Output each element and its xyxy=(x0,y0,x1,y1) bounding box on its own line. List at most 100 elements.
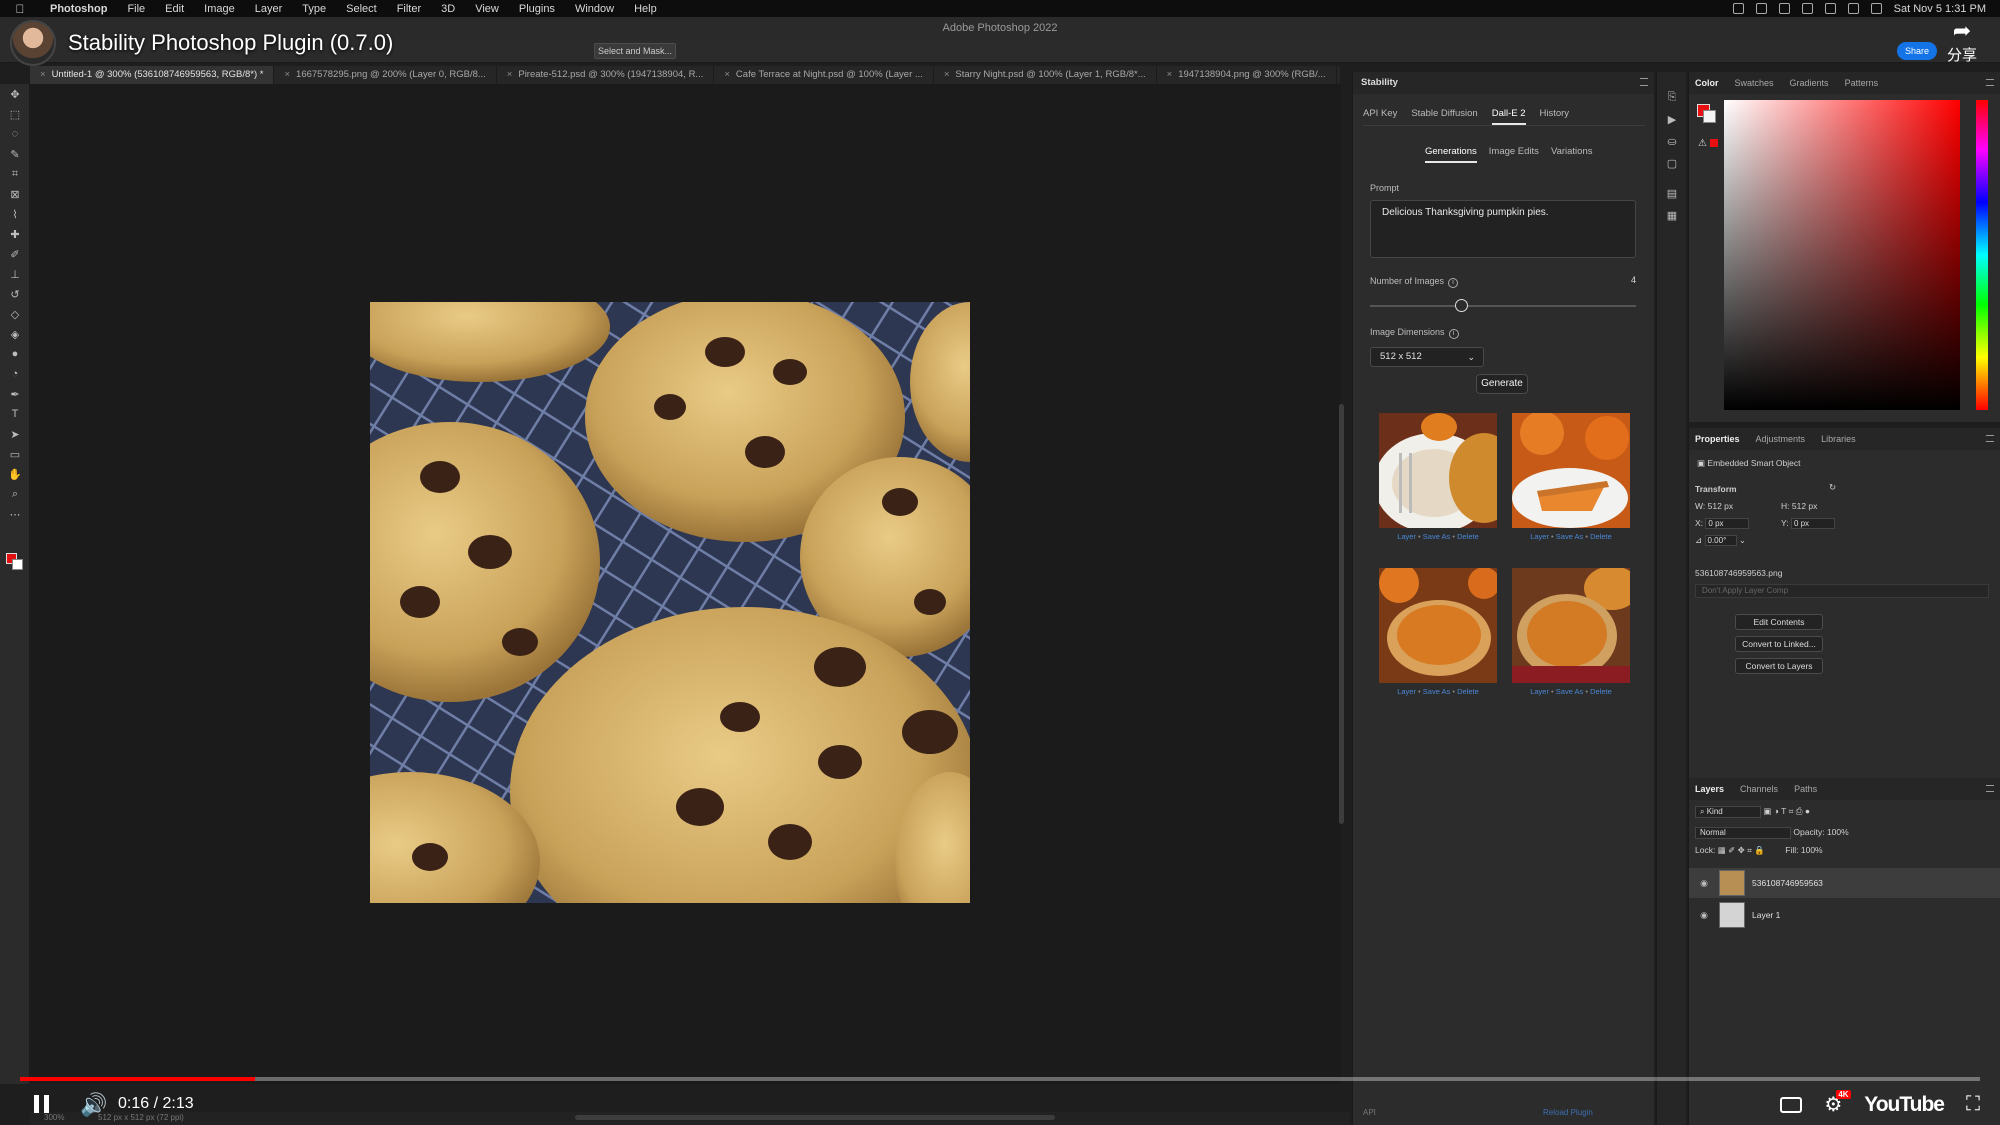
delete-link[interactable]: Delete xyxy=(1457,687,1479,696)
chevron-down-icon[interactable]: ⌄ xyxy=(1739,535,1746,545)
delete-link[interactable]: Delete xyxy=(1590,687,1612,696)
lock-position-icon[interactable]: ✥ xyxy=(1738,845,1745,855)
canvas-vertical-scrollbar[interactable] xyxy=(1339,404,1344,824)
generated-image-3[interactable] xyxy=(1379,568,1497,683)
volume-icon[interactable]: 🔊 xyxy=(80,1092,107,1118)
layer-link[interactable]: Layer xyxy=(1530,532,1549,541)
y-input[interactable]: 0 px xyxy=(1790,518,1835,530)
menu-layer[interactable]: Layer xyxy=(245,3,293,15)
info-icon[interactable]: i xyxy=(1448,329,1459,339)
paint-bucket-tool-icon[interactable]: ◈ xyxy=(0,324,30,344)
slider-thumb[interactable] xyxy=(1455,299,1468,312)
status-icon[interactable] xyxy=(1801,3,1813,14)
apple-icon[interactable]:  xyxy=(0,2,40,16)
close-icon[interactable]: × xyxy=(284,69,290,80)
visibility-eye-icon[interactable]: ◉ xyxy=(1694,878,1714,889)
layer-comps-icon[interactable]: ▤ xyxy=(1657,182,1687,204)
menu-help[interactable]: Help xyxy=(624,3,667,15)
zoom-tool-icon[interactable]: ⌕ xyxy=(0,484,30,504)
prompt-textarea[interactable]: Delicious Thanksgiving pumpkin pies. xyxy=(1370,200,1636,258)
lock-all-icon[interactable]: 🔒 xyxy=(1754,845,1765,855)
layer-row-smart-object[interactable]: ◉ 536108746959563 xyxy=(1689,868,2000,898)
tab-history[interactable]: History xyxy=(1540,108,1570,125)
menu-filter[interactable]: Filter xyxy=(387,3,431,15)
layer-link[interactable]: Layer xyxy=(1397,532,1416,541)
gamut-warning-icon[interactable]: ⚠ xyxy=(1698,138,1707,149)
hand-tool-icon[interactable]: ✋ xyxy=(0,464,30,484)
layer-name[interactable]: 536108746959563 xyxy=(1752,878,1823,888)
more-tools-icon[interactable]: ⋯ xyxy=(0,504,30,524)
tab-paths[interactable]: Paths xyxy=(1794,784,1817,794)
doc-tab-cafe-terrace[interactable]: × Cafe Terrace at Night.psd @ 100% (Layer… xyxy=(714,66,934,84)
menubar-datetime[interactable]: Sat Nov 5 1:31 PM xyxy=(1894,3,1986,15)
status-icon[interactable] xyxy=(1732,3,1744,14)
exit-fullscreen-icon[interactable]: ⛶ xyxy=(1966,1093,1980,1116)
filter-type-icon[interactable]: T xyxy=(1781,806,1786,816)
subtab-variations[interactable]: Variations xyxy=(1551,146,1593,163)
doc-tab-1667578295[interactable]: × 1667578295.png @ 200% (Layer 0, RGB/8..… xyxy=(274,66,497,84)
menu-file[interactable]: File xyxy=(117,3,155,15)
saturation-brightness-field[interactable] xyxy=(1724,100,1960,410)
save-as-link[interactable]: Save As xyxy=(1423,532,1451,541)
fill-value[interactable]: 100% xyxy=(1801,845,1823,855)
youtube-logo[interactable]: YouTube xyxy=(1864,1093,1945,1117)
status-icon[interactable] xyxy=(1778,3,1790,14)
x-input[interactable]: 0 px xyxy=(1705,518,1750,530)
plugin-panel-icon[interactable]: ⛀ xyxy=(1657,130,1687,152)
filter-kind-select[interactable]: ⌕ Kind xyxy=(1695,806,1761,818)
menu-3d[interactable]: 3D xyxy=(431,3,465,15)
doc-tab-untitled-1[interactable]: × Untitled-1 @ 300% (536108746959563, RGB… xyxy=(30,66,275,84)
menu-app-name[interactable]: Photoshop xyxy=(40,3,117,15)
select-and-mask-button[interactable]: Select and Mask... xyxy=(594,43,676,59)
eraser-tool-icon[interactable]: ◇ xyxy=(0,304,30,324)
history-panel-icon[interactable]: ⎘ xyxy=(1657,86,1687,108)
subtab-image-edits[interactable]: Image Edits xyxy=(1489,146,1539,163)
opacity-value[interactable]: 100% xyxy=(1827,827,1849,837)
menu-image[interactable]: Image xyxy=(194,3,245,15)
close-icon[interactable]: × xyxy=(724,69,730,80)
tab-channels[interactable]: Channels xyxy=(1740,784,1778,794)
tab-adjustments[interactable]: Adjustments xyxy=(1756,434,1806,444)
reset-transform-icon[interactable]: ↻ xyxy=(1829,482,1836,493)
layer-comp-select[interactable]: Don't Apply Layer Comp xyxy=(1695,584,1989,598)
canvas-area[interactable] xyxy=(31,84,1341,1084)
tab-properties[interactable]: Properties xyxy=(1695,434,1740,444)
image-dimensions-select[interactable]: 512 x 512 ⌄ xyxy=(1370,347,1484,367)
menu-select[interactable]: Select xyxy=(336,3,387,15)
subtab-generations[interactable]: Generations xyxy=(1425,146,1477,163)
generate-button[interactable]: Generate xyxy=(1476,374,1528,394)
eyedropper-tool-icon[interactable]: ⌇ xyxy=(0,204,30,224)
delete-link[interactable]: Delete xyxy=(1590,532,1612,541)
layer-row-layer-1[interactable]: ◉ Layer 1 xyxy=(1689,900,2000,930)
tab-dall-e-2[interactable]: Dall-E 2 xyxy=(1491,108,1526,125)
tab-patterns[interactable]: Patterns xyxy=(1845,78,1879,88)
move-tool-icon[interactable]: ✥ xyxy=(0,84,30,104)
share-button[interactable]: Share xyxy=(1897,42,1937,60)
close-icon[interactable]: × xyxy=(40,69,46,80)
tab-libraries[interactable]: Libraries xyxy=(1821,434,1856,444)
layer-link[interactable]: Layer xyxy=(1530,687,1549,696)
generated-image-4[interactable] xyxy=(1512,568,1630,683)
save-as-link[interactable]: Save As xyxy=(1556,687,1584,696)
visibility-eye-icon[interactable]: ◉ xyxy=(1694,910,1714,921)
channel-avatar[interactable] xyxy=(10,20,56,66)
tab-color[interactable]: Color xyxy=(1695,78,1719,88)
captions-icon[interactable] xyxy=(1780,1096,1803,1113)
panel-menu-icon[interactable] xyxy=(1986,785,1994,792)
lock-artboard-icon[interactable]: ⌗ xyxy=(1747,845,1752,855)
close-icon[interactable]: × xyxy=(944,69,950,80)
marquee-tool-icon[interactable]: ⬚ xyxy=(0,104,30,124)
tab-gradients[interactable]: Gradients xyxy=(1790,78,1829,88)
lock-pixels-icon[interactable]: ✐ xyxy=(1728,845,1735,855)
filter-shape-icon[interactable]: ⌗ xyxy=(1789,806,1794,816)
close-icon[interactable]: × xyxy=(1167,69,1173,80)
dodge-tool-icon[interactable]: ◔ xyxy=(0,364,30,384)
delete-link[interactable]: Delete xyxy=(1457,532,1479,541)
color-background-swatch[interactable] xyxy=(1703,110,1716,123)
filter-toggle-icon[interactable]: ● xyxy=(1805,806,1810,816)
number-of-images-slider[interactable] xyxy=(1370,305,1636,307)
panel-menu-icon[interactable] xyxy=(1640,78,1648,86)
lasso-tool-icon[interactable]: ◌ xyxy=(0,124,30,144)
status-icon[interactable] xyxy=(1755,3,1767,14)
pen-tool-icon[interactable]: ✒ xyxy=(0,384,30,404)
